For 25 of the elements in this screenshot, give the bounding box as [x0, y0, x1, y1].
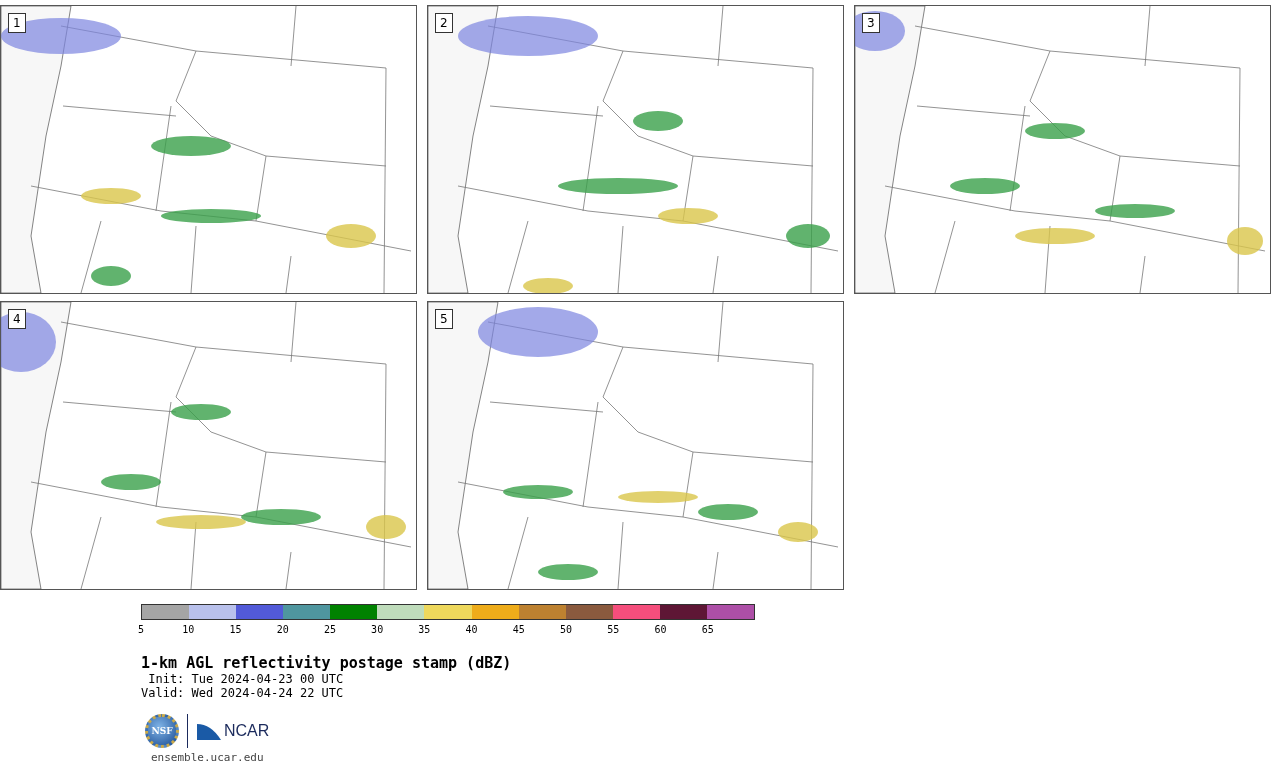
arc-icon — [196, 721, 222, 741]
tick-label: 65 — [701, 624, 714, 636]
site-url: ensemble.ucar.edu — [151, 751, 264, 764]
tick-label: 5 — [138, 624, 144, 636]
tick-label: 10 — [182, 624, 195, 636]
valid-time: Valid: Wed 2024-04-24 22 UTC — [141, 686, 344, 700]
panel-number: 5 — [435, 309, 453, 329]
tick-label: 50 — [560, 624, 573, 636]
nsf-logo: NSF — [145, 714, 179, 748]
tick-label: 55 — [607, 624, 620, 636]
tick-label: 45 — [512, 624, 525, 636]
tick-label: 20 — [276, 624, 289, 636]
ncar-logo: NCAR — [224, 722, 270, 740]
panel-number: 3 — [862, 13, 880, 33]
tick-label: 35 — [418, 624, 431, 636]
tick-label: 30 — [371, 624, 384, 636]
panel-number: 2 — [435, 13, 453, 33]
tick-label: 40 — [465, 624, 478, 636]
panel-number: 1 — [8, 13, 26, 33]
tick-label: 15 — [229, 624, 242, 636]
tick-label: 25 — [323, 624, 336, 636]
tick-label: 60 — [654, 624, 667, 636]
panel-number: 4 — [8, 309, 26, 329]
chart-title: 1-km AGL reflectivity postage stamp (dBZ) — [141, 654, 512, 672]
init-time: Init: Tue 2024-04-23 00 UTC — [147, 672, 344, 686]
